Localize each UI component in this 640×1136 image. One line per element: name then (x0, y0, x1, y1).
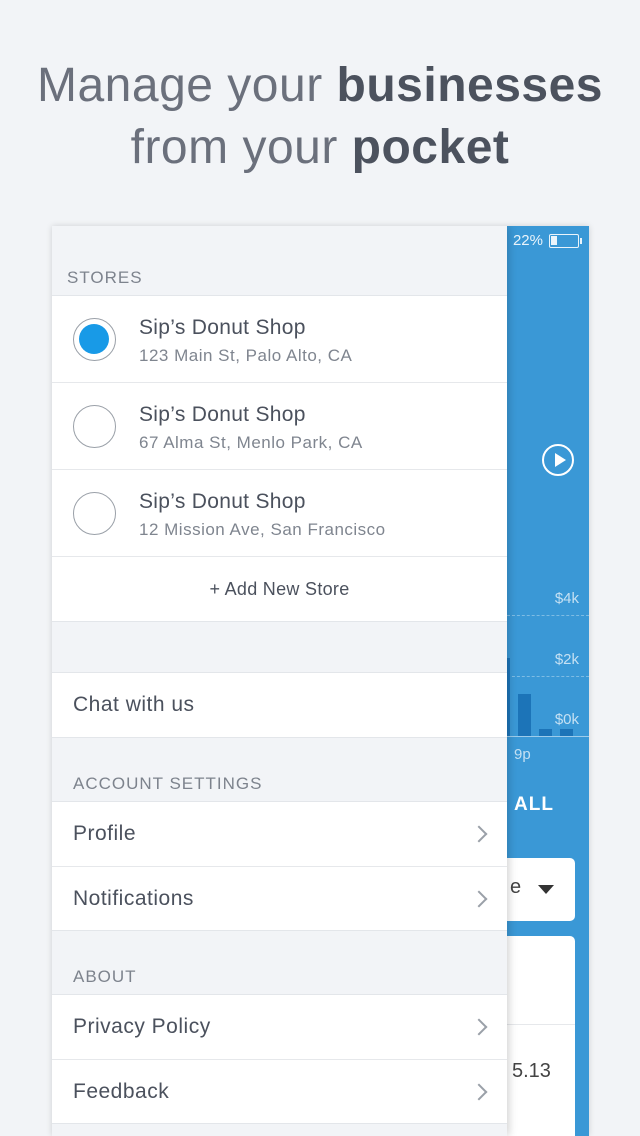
chart-baseline (507, 736, 589, 737)
chevron-right-icon (470, 890, 488, 908)
privacy-policy-label: Privacy Policy (73, 1015, 211, 1038)
store-address: 67 Alma St, Menlo Park, CA (139, 433, 363, 452)
battery-percent: 22% (512, 232, 543, 249)
chevron-right-icon (470, 825, 488, 843)
store-address: 123 Main St, Palo Alto, CA (139, 346, 353, 365)
store-address: 12 Mission Ave, San Francisco (139, 520, 386, 539)
headline-line-2: from your pocket (130, 121, 510, 174)
notifications-label: Notifications (73, 887, 194, 910)
notifications-item[interactable]: Notifications (52, 866, 507, 930)
chart-bar (518, 694, 531, 736)
status-bar: 22% (512, 232, 582, 249)
stores-list: Sip’s Donut Shop 123 Main St, Palo Alto,… (52, 295, 507, 622)
about-header: ABOUT (73, 967, 137, 986)
about-list: Privacy Policy Feedback (52, 994, 507, 1124)
phone-screen: 22% $4k $2k $0k 9p ALL e 5.13 STORES Sip… (52, 226, 589, 1136)
caret-down-icon (538, 885, 554, 894)
headline: Manage your businesses from your pocket (0, 55, 640, 179)
chevron-right-icon (470, 1018, 488, 1036)
headline-line-1: Manage your businesses (37, 59, 603, 112)
account-settings-header: ACCOUNT SETTINGS (73, 774, 263, 793)
y-tick-label: $4k (554, 590, 579, 607)
feedback-label: Feedback (73, 1080, 170, 1103)
side-drawer: STORES Sip’s Donut Shop 123 Main St, Pal… (52, 226, 507, 1136)
store-item[interactable]: Sip’s Donut Shop 12 Mission Ave, San Fra… (52, 470, 507, 557)
chart-bar (539, 729, 552, 736)
chart-gridline (507, 676, 589, 677)
store-item[interactable]: Sip’s Donut Shop 67 Alma St, Menlo Park,… (52, 383, 507, 470)
stores-header: STORES (67, 268, 143, 287)
battery-icon (549, 233, 582, 248)
feedback-item[interactable]: Feedback (52, 1059, 507, 1123)
chart-gridline (507, 615, 589, 616)
store-name: Sip’s Donut Shop (139, 490, 306, 513)
chevron-right-icon (470, 1083, 488, 1101)
account-settings-list: Profile Notifications (52, 801, 507, 931)
y-tick-label: $2k (554, 651, 579, 668)
x-tick-label: 9p (514, 746, 531, 763)
profile-item[interactable]: Profile (52, 802, 507, 866)
y-tick-label: $0k (554, 711, 579, 728)
store-name: Sip’s Donut Shop (139, 316, 306, 339)
profile-label: Profile (73, 822, 137, 845)
all-tab[interactable]: ALL (514, 794, 554, 816)
amount-value: 5.13 (512, 1060, 551, 1082)
radio-selected-icon[interactable] (73, 318, 116, 361)
radio-unselected-icon[interactable] (73, 405, 116, 448)
chat-group: Chat with us (52, 672, 507, 738)
store-item[interactable]: Sip’s Donut Shop 123 Main St, Palo Alto,… (52, 296, 507, 383)
privacy-policy-item[interactable]: Privacy Policy (52, 995, 507, 1059)
chat-with-us-button[interactable]: Chat with us (52, 673, 507, 737)
chart-bar (560, 729, 573, 736)
chart-bar (507, 658, 510, 736)
filter-select-value: e (510, 876, 522, 898)
add-new-store-button[interactable]: + Add New Store (52, 557, 507, 621)
store-name: Sip’s Donut Shop (139, 403, 306, 426)
radio-unselected-icon[interactable] (73, 492, 116, 535)
play-icon[interactable] (542, 444, 574, 476)
